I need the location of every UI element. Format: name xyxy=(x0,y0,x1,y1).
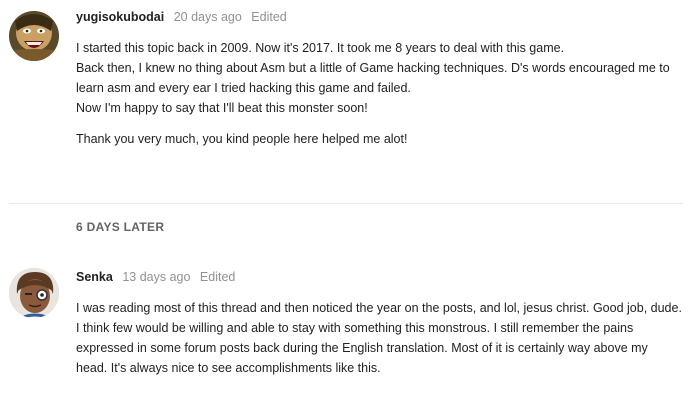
edited-indicator[interactable]: Edited xyxy=(200,270,235,284)
post-paragraph: I was reading most of this thread and th… xyxy=(76,301,682,375)
edited-indicator[interactable]: Edited xyxy=(251,10,286,24)
avatar-image xyxy=(9,11,59,61)
post-body: I was reading most of this thread and th… xyxy=(76,298,682,389)
avatar[interactable] xyxy=(9,11,59,61)
post-line: Back then, I knew no thing about Asm but… xyxy=(76,61,670,95)
post-age-link[interactable]: 20 days ago xyxy=(174,10,242,24)
post-meta: Senka 13 days ago Edited xyxy=(76,270,235,284)
post-meta: yugisokubodai 20 days ago Edited xyxy=(76,10,287,24)
post-paragraph: I started this topic back in 2009. Now i… xyxy=(76,38,682,118)
post-paragraph: Thank you very much, you kind people her… xyxy=(76,132,408,146)
username-link[interactable]: Senka xyxy=(76,270,113,284)
avatar-image xyxy=(9,268,59,318)
time-gap-label: 6 DAYS LATER xyxy=(76,220,165,234)
post-age-link[interactable]: 13 days ago xyxy=(122,270,190,284)
username-link[interactable]: yugisokubodai xyxy=(76,10,164,24)
avatar[interactable] xyxy=(9,268,59,318)
post-line: I started this topic back in 2009. Now i… xyxy=(76,41,565,55)
post-line: Now I'm happy to say that I'll beat this… xyxy=(76,101,368,115)
post-body: I started this topic back in 2009. Now i… xyxy=(76,38,682,160)
post-divider xyxy=(9,203,683,204)
